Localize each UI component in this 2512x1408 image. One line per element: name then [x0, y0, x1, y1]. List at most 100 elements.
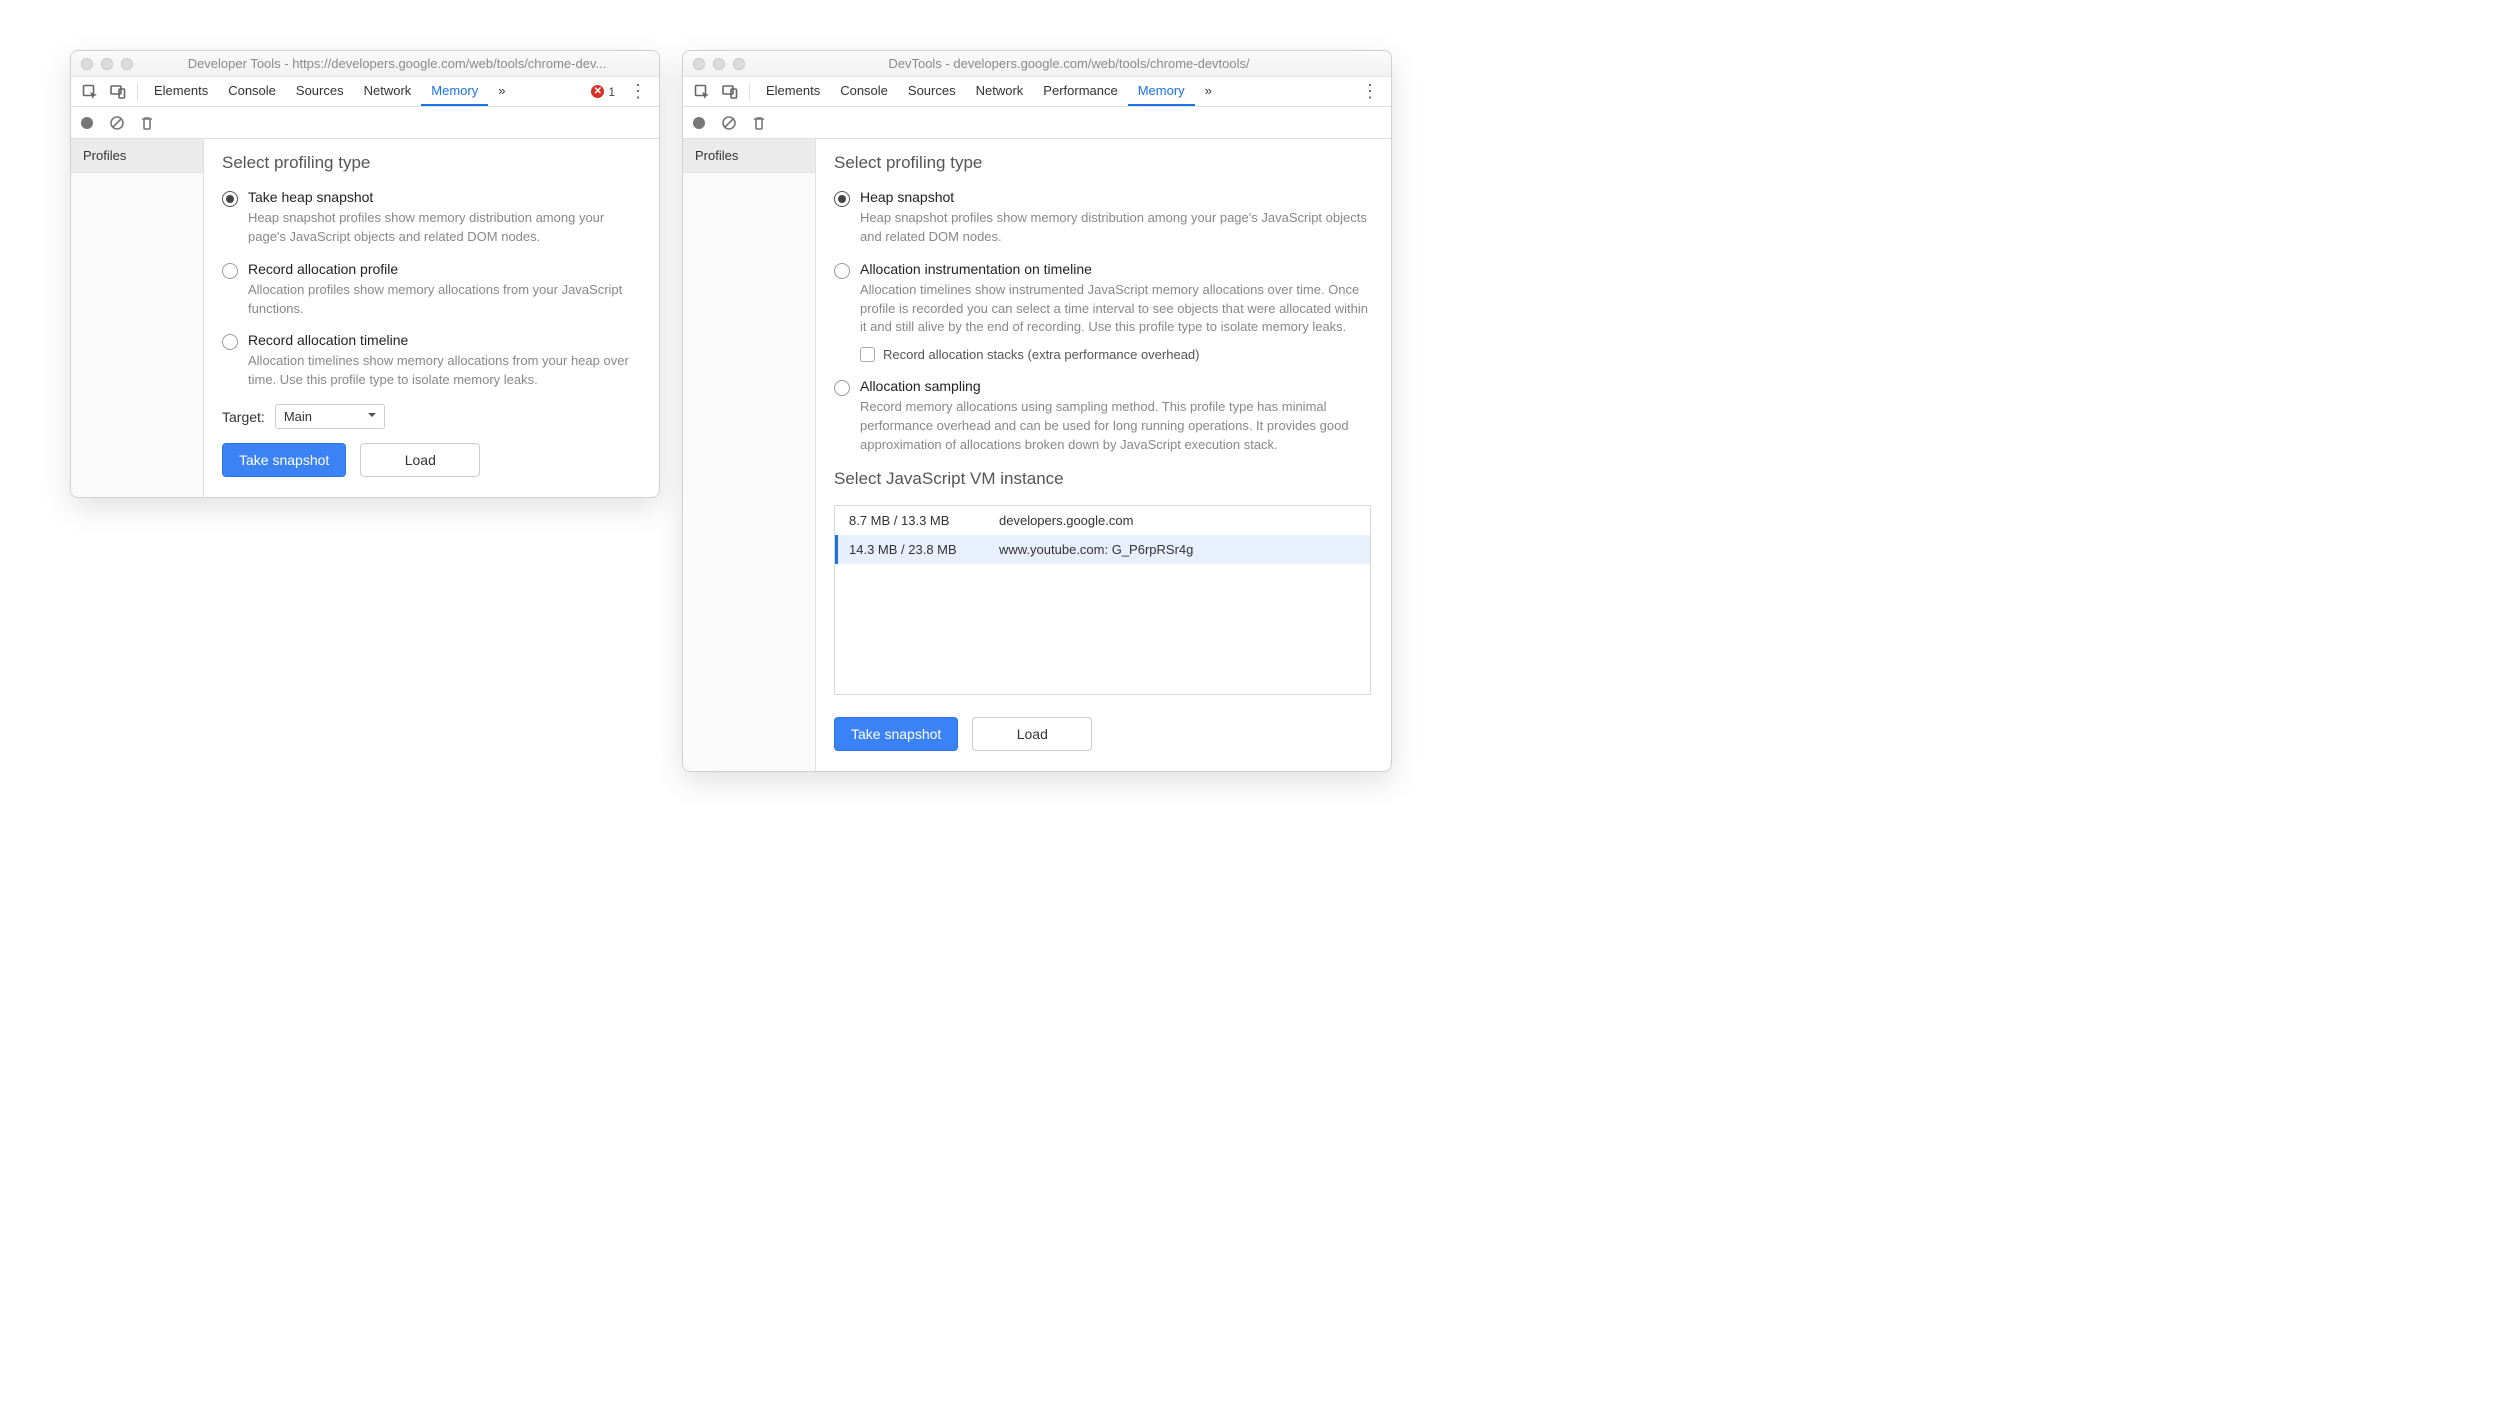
minimize-dot[interactable] — [101, 58, 113, 70]
radio-allocation-sampling[interactable] — [834, 380, 850, 396]
panel-tabs: Elements Console Sources Network Memory … — [71, 77, 659, 107]
radio-allocation-timeline[interactable] — [834, 263, 850, 279]
clear-icon[interactable] — [721, 115, 737, 131]
target-select[interactable]: Main — [275, 404, 385, 429]
option-desc: Allocation timelines show instrumented J… — [860, 281, 1371, 338]
option-title: Allocation instrumentation on timeline — [860, 261, 1371, 277]
error-count: 1 — [608, 85, 615, 99]
error-badge[interactable]: ✕ 1 — [591, 85, 621, 99]
tabs-overflow[interactable]: » — [1195, 77, 1222, 106]
option-desc: Heap snapshot profiles show memory distr… — [860, 209, 1371, 247]
inspect-icon[interactable] — [77, 79, 103, 105]
delete-icon[interactable] — [751, 115, 767, 131]
sub-option-record-stacks[interactable]: Record allocation stacks (extra performa… — [860, 347, 1371, 362]
memory-toolbar — [71, 107, 659, 139]
sidebar-item-profiles[interactable]: Profiles — [683, 139, 815, 173]
vm-row[interactable]: 14.3 MB / 23.8 MB www.youtube.com: G_P6r… — [835, 535, 1370, 564]
tab-memory[interactable]: Memory — [1128, 77, 1195, 106]
vm-name: www.youtube.com: G_P6rpRSr4g — [999, 542, 1356, 557]
sidebar-item-profiles[interactable]: Profiles — [71, 139, 203, 173]
button-row: Take snapshot Load — [834, 717, 1371, 751]
option-allocation-sampling[interactable]: Allocation sampling Record memory alloca… — [834, 378, 1371, 455]
tab-elements[interactable]: Elements — [756, 77, 830, 106]
window-title: Developer Tools - https://developers.goo… — [145, 56, 649, 71]
window-title: DevTools - developers.google.com/web/too… — [757, 56, 1381, 71]
checkbox-record-stacks[interactable] — [860, 347, 875, 362]
option-title: Take heap snapshot — [248, 189, 639, 205]
error-icon: ✕ — [591, 85, 604, 98]
titlebar: DevTools - developers.google.com/web/too… — [683, 51, 1391, 77]
device-toggle-icon[interactable] — [717, 79, 743, 105]
load-button[interactable]: Load — [972, 717, 1092, 751]
record-icon[interactable] — [691, 115, 707, 131]
divider — [749, 83, 750, 101]
maximize-dot[interactable] — [121, 58, 133, 70]
radio-heap-snapshot[interactable] — [834, 191, 850, 207]
tab-elements[interactable]: Elements — [144, 77, 218, 106]
radio-heap-snapshot[interactable] — [222, 191, 238, 207]
tab-memory[interactable]: Memory — [421, 77, 488, 106]
option-desc: Heap snapshot profiles show memory distr… — [248, 209, 639, 247]
vm-heading: Select JavaScript VM instance — [834, 469, 1371, 489]
devtools-window-left: Developer Tools - https://developers.goo… — [70, 50, 660, 498]
panel-tab-list: Elements Console Sources Network Memory … — [144, 77, 515, 106]
sidebar: Profiles — [71, 139, 204, 497]
titlebar: Developer Tools - https://developers.goo… — [71, 51, 659, 77]
take-snapshot-button[interactable]: Take snapshot — [834, 717, 958, 751]
main-content: Select profiling type Take heap snapshot… — [204, 139, 659, 497]
target-row: Target: Main — [222, 404, 639, 429]
option-desc: Allocation timelines show memory allocat… — [248, 352, 639, 390]
radio-allocation-profile[interactable] — [222, 263, 238, 279]
sub-option-label: Record allocation stacks (extra performa… — [883, 347, 1199, 362]
tab-performance[interactable]: Performance — [1033, 77, 1127, 106]
option-allocation-profile[interactable]: Record allocation profile Allocation pro… — [222, 261, 639, 319]
main-content: Select profiling type Heap snapshot Heap… — [816, 139, 1391, 771]
record-icon[interactable] — [79, 115, 95, 131]
radio-allocation-timeline[interactable] — [222, 334, 238, 350]
tabs-overflow[interactable]: » — [488, 77, 515, 106]
option-heap-snapshot[interactable]: Heap snapshot Heap snapshot profiles sho… — [834, 189, 1371, 247]
vm-memory: 14.3 MB / 23.8 MB — [849, 542, 999, 557]
maximize-dot[interactable] — [733, 58, 745, 70]
load-button[interactable]: Load — [360, 443, 480, 477]
tab-network[interactable]: Network — [354, 77, 422, 106]
take-snapshot-button[interactable]: Take snapshot — [222, 443, 346, 477]
more-menu-icon[interactable]: ⋮ — [623, 81, 653, 102]
tab-console[interactable]: Console — [830, 77, 898, 106]
tab-sources[interactable]: Sources — [286, 77, 354, 106]
panel-body: Profiles Select profiling type Heap snap… — [683, 139, 1391, 771]
close-dot[interactable] — [693, 58, 705, 70]
vm-empty-area — [835, 564, 1370, 694]
option-title: Heap snapshot — [860, 189, 1371, 205]
vm-memory: 8.7 MB / 13.3 MB — [849, 513, 999, 528]
profiling-heading: Select profiling type — [834, 153, 1371, 173]
minimize-dot[interactable] — [713, 58, 725, 70]
option-allocation-timeline[interactable]: Allocation instrumentation on timeline A… — [834, 261, 1371, 338]
option-desc: Allocation profiles show memory allocati… — [248, 281, 639, 319]
target-label: Target: — [222, 409, 265, 425]
more-menu-icon[interactable]: ⋮ — [1355, 81, 1385, 102]
inspect-icon[interactable] — [689, 79, 715, 105]
button-row: Take snapshot Load — [222, 443, 639, 477]
window-controls — [693, 58, 745, 70]
delete-icon[interactable] — [139, 115, 155, 131]
option-title: Record allocation profile — [248, 261, 639, 277]
tab-console[interactable]: Console — [218, 77, 286, 106]
devtools-window-right: DevTools - developers.google.com/web/too… — [682, 50, 1392, 772]
profiling-heading: Select profiling type — [222, 153, 639, 173]
vm-instance-table: 8.7 MB / 13.3 MB developers.google.com 1… — [834, 505, 1371, 695]
option-allocation-timeline[interactable]: Record allocation timeline Allocation ti… — [222, 332, 639, 390]
tab-network[interactable]: Network — [966, 77, 1034, 106]
option-title: Allocation sampling — [860, 378, 1371, 394]
sidebar: Profiles — [683, 139, 816, 771]
panel-tab-list: Elements Console Sources Network Perform… — [756, 77, 1222, 106]
option-desc: Record memory allocations using sampling… — [860, 398, 1371, 455]
option-title: Record allocation timeline — [248, 332, 639, 348]
device-toggle-icon[interactable] — [105, 79, 131, 105]
vm-row[interactable]: 8.7 MB / 13.3 MB developers.google.com — [835, 506, 1370, 535]
tab-sources[interactable]: Sources — [898, 77, 966, 106]
close-dot[interactable] — [81, 58, 93, 70]
clear-icon[interactable] — [109, 115, 125, 131]
option-heap-snapshot[interactable]: Take heap snapshot Heap snapshot profile… — [222, 189, 639, 247]
vm-name: developers.google.com — [999, 513, 1356, 528]
